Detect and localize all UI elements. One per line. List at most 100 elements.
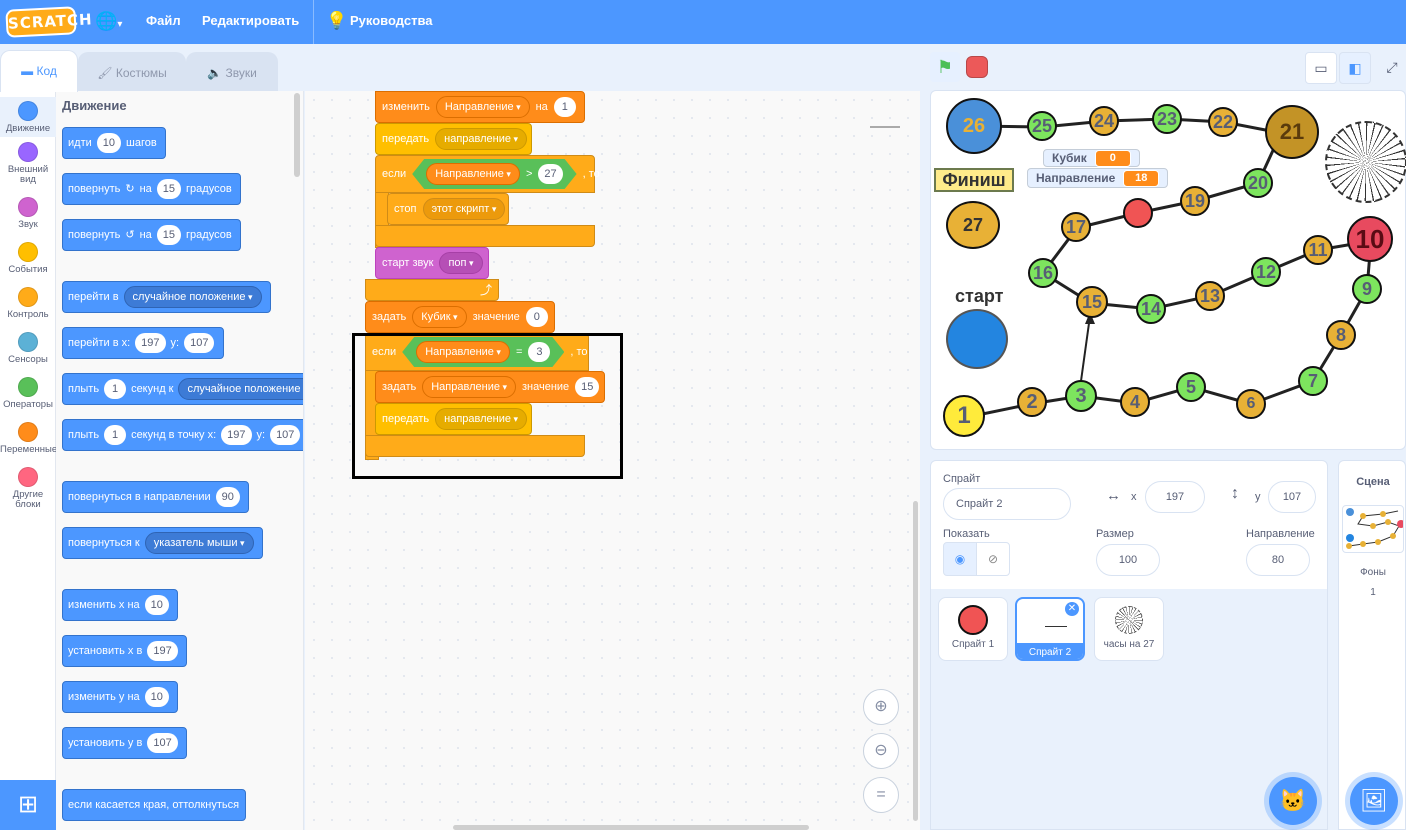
block-glide-xy[interactable]: плыть 1 секунд в точку x: 197 y: 107 bbox=[62, 419, 303, 451]
size-input[interactable]: 100 bbox=[1096, 544, 1160, 576]
x-input[interactable]: 197 bbox=[135, 333, 166, 353]
show-hidden-button[interactable]: ⊘ bbox=[976, 542, 1010, 576]
delete-sprite-icon[interactable]: ✕ bbox=[1065, 602, 1079, 616]
zoom-out-button[interactable]: ⊖ bbox=[863, 733, 899, 769]
y-input[interactable]: 107 bbox=[184, 333, 215, 353]
sprite-name-input[interactable] bbox=[943, 488, 1071, 520]
block-change-variable[interactable]: изменить Направление на 1 bbox=[375, 91, 585, 123]
monitor-cube[interactable]: Кубик 0 bbox=[1043, 149, 1140, 167]
add-sprite-icon: 🐱 bbox=[1279, 788, 1307, 813]
stop-button[interactable] bbox=[966, 56, 988, 78]
menu-divider bbox=[313, 0, 314, 44]
show-visible-button[interactable]: ◉ bbox=[943, 542, 977, 576]
seconds-input[interactable]: 1 bbox=[104, 379, 127, 399]
dx-input[interactable]: 10 bbox=[144, 595, 169, 615]
palette-scrollbar[interactable] bbox=[294, 93, 300, 177]
add-backdrop-button[interactable]: 🖼 bbox=[1350, 777, 1398, 825]
workspace-vscrollbar[interactable] bbox=[913, 501, 918, 821]
direction-input[interactable]: 80 bbox=[1246, 544, 1310, 576]
block-text: на bbox=[139, 183, 152, 195]
green-flag-button[interactable]: ⚑ bbox=[930, 52, 960, 82]
zoom-in-button[interactable]: ⊕ bbox=[863, 689, 899, 725]
sprite-thumb-1[interactable]: Спрайт 1 bbox=[938, 597, 1008, 661]
add-sprite-button[interactable]: 🐱 bbox=[1269, 777, 1317, 825]
message-dropdown[interactable]: направление bbox=[435, 128, 528, 150]
category-variables[interactable]: Переменные bbox=[0, 422, 57, 455]
stage-canvas[interactable]: 1 2 3 4 5 6 7 8 9 10 11 12 13 14 15 16 1… bbox=[930, 90, 1406, 450]
category-looks[interactable]: Внешний вид bbox=[0, 142, 56, 185]
stage-selector[interactable]: Сцена Фоны 1 🖼 bbox=[1338, 460, 1406, 830]
degrees-input[interactable]: 15 bbox=[156, 179, 182, 199]
tab-sounds[interactable]: 🔈 Звуки bbox=[186, 52, 278, 92]
block-set-x[interactable]: установить х в 197 bbox=[62, 635, 187, 667]
variable-dropdown[interactable]: Кубик bbox=[412, 306, 467, 328]
tab-costumes[interactable]: 🖌 Костюмы bbox=[78, 52, 186, 92]
variable-dropdown[interactable]: Направление bbox=[435, 96, 530, 118]
block-if-greater[interactable]: если Направление >27 , то bbox=[375, 155, 600, 193]
small-stage-button[interactable]: ▭ bbox=[1305, 52, 1337, 84]
sprite-thumb-3[interactable]: часы на 27 bbox=[1094, 597, 1164, 661]
sprite-thumb-2-selected[interactable]: Спрайт 2 ✕ bbox=[1015, 597, 1085, 661]
greater-than-operator[interactable]: Направление >27 bbox=[412, 159, 576, 189]
menu-edit[interactable]: Редактировать bbox=[202, 0, 299, 44]
towards-target-dropdown[interactable]: указатель мыши bbox=[144, 532, 254, 554]
block-turn-right[interactable]: повернуть ↻ на 15 градусов bbox=[62, 173, 241, 205]
monitor-direction[interactable]: Направление 18 bbox=[1027, 168, 1169, 188]
category-control[interactable]: Контроль bbox=[0, 287, 56, 320]
degrees-input[interactable]: 15 bbox=[156, 225, 182, 245]
y-input[interactable]: 107 bbox=[1268, 481, 1316, 513]
block-change-x[interactable]: изменить х на 10 bbox=[62, 589, 178, 621]
stage-thumbnail[interactable] bbox=[1342, 505, 1404, 553]
fullscreen-button[interactable]: ⤢ bbox=[1376, 52, 1406, 84]
block-turn-left[interactable]: повернуть ↺ на 15 градусов bbox=[62, 219, 241, 251]
sound-dropdown[interactable]: поп bbox=[439, 252, 483, 274]
block-goto[interactable]: перейти в случайное положение bbox=[62, 281, 271, 313]
y-input[interactable]: 107 bbox=[147, 733, 178, 753]
y-input[interactable]: 107 bbox=[270, 425, 301, 445]
x-input[interactable]: 197 bbox=[147, 641, 178, 661]
dy-input[interactable]: 10 bbox=[144, 687, 169, 707]
stop-option-dropdown[interactable]: этот скрипт bbox=[422, 198, 506, 220]
category-sound[interactable]: Звук bbox=[0, 197, 56, 230]
block-goto-xy[interactable]: перейти в x: 197 y: 107 bbox=[62, 327, 224, 359]
block-change-y[interactable]: изменить у на 10 bbox=[62, 681, 178, 713]
normal-stage-button[interactable]: ◧ bbox=[1339, 52, 1371, 84]
workspace-hscrollbar[interactable] bbox=[453, 825, 809, 830]
block-set-y[interactable]: установить у в 107 bbox=[62, 727, 187, 759]
direction-input[interactable]: 90 bbox=[215, 487, 240, 507]
block-move-steps[interactable]: идти 10 шагов bbox=[62, 127, 166, 159]
category-operators[interactable]: Операторы bbox=[0, 377, 56, 410]
x-input[interactable]: 197 bbox=[221, 425, 252, 445]
block-start-sound[interactable]: старт звук поп bbox=[375, 247, 489, 279]
add-extension-button[interactable]: ⊞ bbox=[0, 780, 56, 830]
scratch-logo[interactable]: SCRATCH bbox=[5, 6, 93, 38]
language-globe-icon[interactable]: 🌐▾ bbox=[95, 10, 129, 34]
category-events[interactable]: События bbox=[0, 242, 56, 275]
menu-file[interactable]: Файл bbox=[146, 0, 181, 44]
category-sensing[interactable]: Сенсоры bbox=[0, 332, 56, 365]
compare-value-input[interactable]: 27 bbox=[538, 164, 562, 184]
category-motion[interactable]: Движение bbox=[0, 97, 56, 137]
menu-tutorials[interactable]: Руководства bbox=[350, 0, 433, 44]
variable-reporter[interactable]: Направление bbox=[426, 163, 520, 185]
block-bounce[interactable]: если касается края, оттолкнуться bbox=[62, 789, 247, 821]
block-point-towards[interactable]: повернуться к указатель мыши bbox=[62, 527, 263, 559]
block-broadcast[interactable]: передать направление bbox=[375, 123, 532, 155]
block-glide[interactable]: плыть 1 секунд к случайное положение bbox=[62, 373, 303, 405]
seconds-input[interactable]: 1 bbox=[104, 425, 127, 445]
red-token[interactable] bbox=[1123, 198, 1153, 228]
block-stop[interactable]: стоп этот скрипт bbox=[387, 193, 509, 225]
category-myblocks[interactable]: Другие блоки bbox=[0, 467, 56, 510]
zoom-reset-button[interactable]: = bbox=[863, 777, 899, 813]
set-value-input[interactable]: 0 bbox=[525, 307, 548, 327]
block-set-variable[interactable]: задать Кубик значение 0 bbox=[365, 301, 555, 333]
tab-code[interactable]: ▬ Код bbox=[0, 50, 78, 92]
x-input[interactable]: 197 bbox=[1145, 481, 1205, 513]
goto-target-dropdown[interactable]: случайное положение bbox=[123, 286, 262, 308]
glide-target-dropdown[interactable]: случайное положение bbox=[178, 378, 303, 400]
monitor-value: 18 bbox=[1123, 169, 1160, 187]
steps-input[interactable]: 10 bbox=[96, 133, 121, 153]
clock-sprite[interactable] bbox=[1325, 121, 1406, 203]
block-point-direction[interactable]: повернуться в направлении 90 bbox=[62, 481, 249, 513]
change-amount-input[interactable]: 1 bbox=[553, 97, 576, 117]
